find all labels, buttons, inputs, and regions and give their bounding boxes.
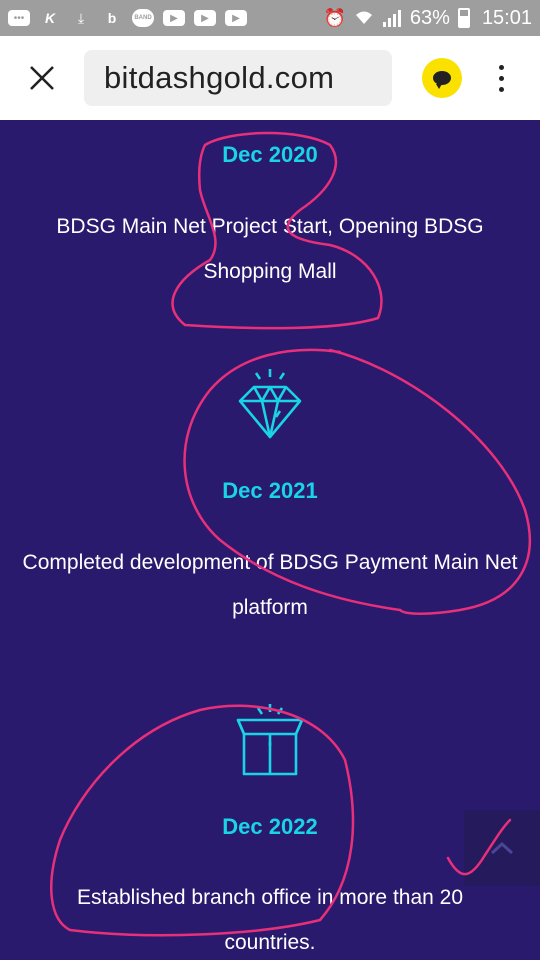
timeline-date: Dec 2021 [222,478,318,503]
timeline-icon [0,365,540,445]
timeline-date: Dec 2020 [222,142,318,167]
download-icon: ⤓ [77,9,85,26]
b-app-icon: b [107,10,117,26]
signal-icon [382,10,401,27]
timeline-text-line: Shopping Mall [203,260,337,283]
youtube-icon: ▶ [163,10,185,26]
more-vert-dot [498,86,504,92]
more-menu-button[interactable] [486,48,516,108]
alarm-icon: ⏰ [323,7,346,28]
close-icon [30,66,54,90]
wifi-icon [355,11,372,24]
scroll-to-top-button[interactable] [464,810,540,886]
url-text: bitdashgold.com [104,60,335,95]
timeline-date: Dec 2022 [222,814,318,839]
more-vert-dot [498,75,504,81]
timeline-text-line: countries. [224,931,316,954]
kakaotalk-icon [433,71,451,89]
chat-bubble-icon: ••• [8,10,30,26]
kakaotalk-button[interactable] [422,58,462,98]
diamond-icon [238,369,302,439]
clock: 15:01 [481,6,532,29]
url-bar[interactable]: bitdashgold.com [84,50,392,106]
gift-box-icon [236,704,304,776]
timeline-text-line: Completed development of BDSG Payment Ma… [22,551,518,574]
timeline-text-line: BDSG Main Net Project Start, Opening BDS… [56,215,484,238]
battery-icon [457,8,470,28]
timeline-description: Completed development of BDSG Payment Ma… [0,540,540,630]
status-bar: ••• K ⤓ b BAND ▶ ▶ ▶ ⏰ 63% 15:01 [0,0,540,36]
notification-icons: ••• K ⤓ b BAND ▶ ▶ ▶ [8,9,247,27]
more-vert-icon [498,64,504,70]
close-button[interactable] [0,36,84,120]
page-content: Dec 2020 BDSG Main Net Project Start, Op… [0,120,540,960]
system-status: ⏰ 63% 15:01 [323,7,532,30]
browser-toolbar: bitdashgold.com [0,36,540,120]
timeline-description: BDSG Main Net Project Start, Opening BDS… [0,204,540,294]
timeline-text-line: Established branch office in more than 2… [76,886,464,909]
k-icon: K [44,10,56,26]
timeline-icon [0,700,540,780]
timeline-description: Established branch office in more than 2… [0,875,540,960]
battery-percent: 63% [409,6,450,29]
band-icon: BAND [132,9,154,27]
youtube-icon: ▶ [194,10,216,26]
chevron-up-icon [490,841,514,855]
youtube-icon: ▶ [225,10,247,26]
timeline-text-line: platform [232,596,308,619]
